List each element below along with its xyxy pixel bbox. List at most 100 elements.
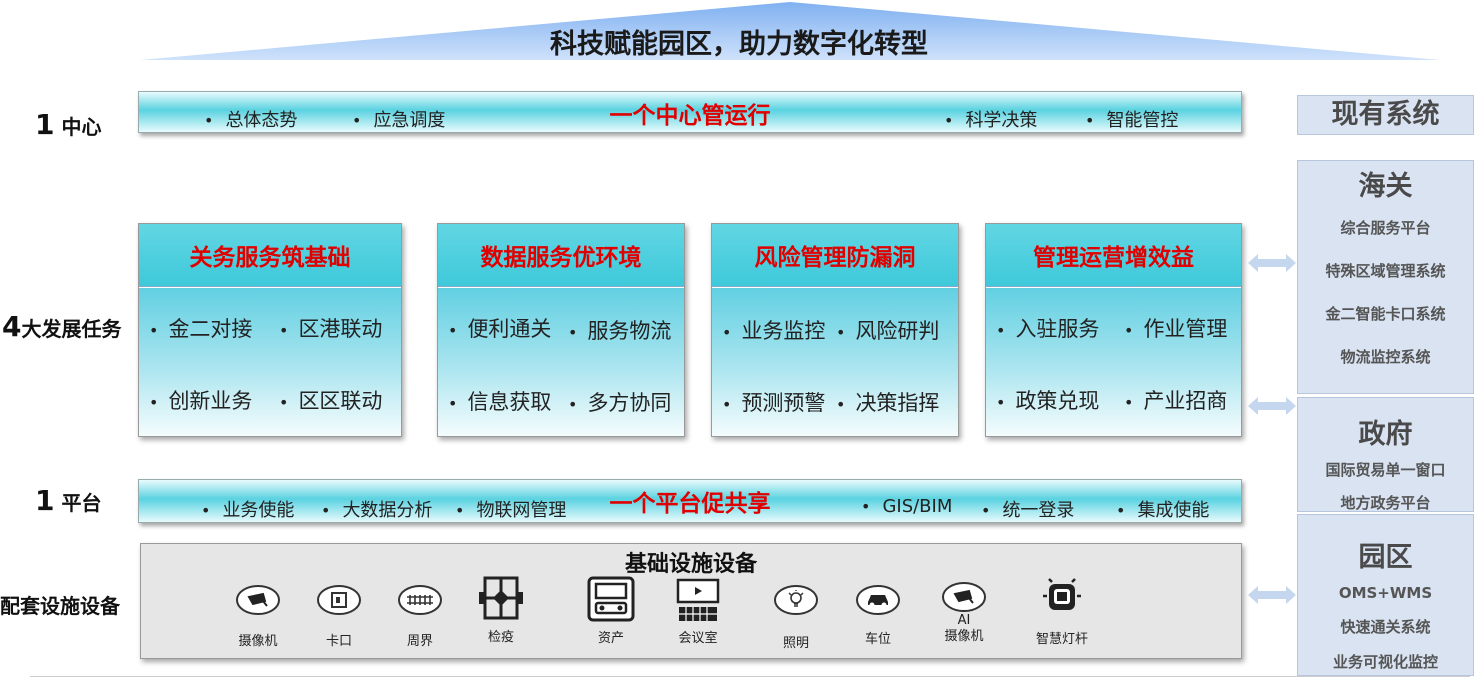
device-ai-camera: AI 摄像机 [924,581,1004,645]
label-center-num: 1 [35,108,55,141]
task-item: 创新业务 [149,385,252,415]
device-label-top: AI [957,613,971,628]
center-bar-title: 一个中心管运行 [609,103,771,129]
device-label: 资产 [597,631,624,646]
device-meeting-room: 会议室 [658,577,738,647]
smart-pole-icon [1043,578,1081,610]
task-card: 风险管理防漏洞 业务监控 风险研判 预测预警 决策指挥 [711,223,959,437]
task-card-title: 管理运营增效益 [986,224,1241,287]
infra-title: 基础设施设备 [624,552,757,577]
task-card: 数据服务优环境 便利通关 服务物流 信息获取 多方协同 [437,223,685,437]
device-asset: 资产 [571,575,651,647]
fence-icon [398,585,442,615]
device-gate: 卡口 [299,584,379,650]
device-label: 照明 [782,636,809,651]
task-card-body: 入驻服务 作业管理 政策兑现 产业招商 [986,288,1241,436]
system-item: 地方政务平台 [1340,494,1431,512]
label-tasks-num: 4 [2,310,22,343]
section-title: 海关 [1358,171,1413,202]
task-card-title: 数据服务优环境 [438,224,684,287]
gate-icon [317,585,361,615]
device-label: 卡口 [325,634,352,649]
task-card-title: 风险管理防漏洞 [712,224,958,287]
task-item: 预测预警 [722,387,825,417]
label-platform: 1 平台 [35,484,101,517]
existing-systems-title: 现有系统 [1331,99,1440,130]
government-section: 政府 国际贸易单一窗口 地方政务平台 [1297,397,1474,512]
task-item: 产业招商 [1124,385,1227,415]
task-card-body: 业务监控 风险研判 预测预警 决策指挥 [712,288,958,436]
device-camera: 摄像机 [218,584,298,650]
task-item: 区港联动 [279,313,382,343]
task-item: 服务物流 [568,315,671,345]
asset-icon [587,576,635,622]
platform-item: 集成使能 [1116,496,1209,522]
label-tasks-text: 大发展任务 [21,317,122,341]
task-card-body: 便利通关 服务物流 信息获取 多方协同 [438,288,684,436]
system-item: 国际贸易单一窗口 [1325,461,1446,479]
task-item: 政策兑现 [996,385,1099,415]
double-arrow-icon [1248,586,1296,604]
customs-section: 海关 综合服务平台 特殊区域管理系统 金二智能卡口系统 物流监控系统 [1297,160,1474,394]
task-item: 风险研判 [836,315,939,345]
device-label: 摄像机 [944,629,984,644]
device-lighting: 照明 [756,584,836,652]
platform-bar: 业务使能 大数据分析 物联网管理 一个平台促共享 GIS/BIM 统一登录 集成… [138,479,1242,523]
task-item: 金二对接 [149,313,252,343]
device-label: 车位 [864,632,891,647]
device-label: 智慧灯杆 [1035,632,1088,647]
device-label: 周界 [406,634,433,649]
double-arrow-icon [1248,254,1296,272]
label-platform-text: 平台 [61,491,102,515]
infra-box: 基础设施设备 摄像机 卡口 周界 检疫 资产 会议室 照明 车位 AI 摄像机 … [140,543,1242,659]
quarantine-icon [479,576,523,620]
device-label: 检疫 [487,630,514,645]
system-item: OMS+WMS [1338,584,1433,602]
platform-item: 统一登录 [981,496,1074,522]
camera-icon [236,585,280,615]
label-center-text: 中心 [61,115,102,139]
task-item: 多方协同 [568,387,671,417]
system-item: 特殊区域管理系统 [1325,262,1446,280]
section-title: 政府 [1358,419,1413,450]
task-card-body: 金二对接 区港联动 创新业务 区区联动 [139,288,401,436]
system-item: 综合服务平台 [1340,219,1431,237]
task-item: 决策指挥 [836,387,939,417]
double-arrow-icon [1248,397,1296,415]
task-item: 信息获取 [448,386,551,416]
device-label: 摄像机 [238,634,278,649]
task-item: 业务监控 [722,315,825,345]
platform-item: GIS/BIM [861,496,952,517]
device-label: 会议室 [678,631,718,646]
task-item: 作业管理 [1124,313,1227,343]
task-card: 管理运营增效益 入驻服务 作业管理 政策兑现 产业招商 [985,223,1242,437]
task-card-title: 关务服务筑基础 [139,224,401,287]
section-title: 园区 [1358,542,1413,573]
page-title: 科技赋能园区，助力数字化转型 [550,29,928,60]
park-section: 园区 OMS+WMS 快速通关系统 业务可视化监控 [1297,514,1474,676]
center-item: 智能管控 [1085,106,1178,132]
label-infra: 配套设施设备 [0,594,120,618]
task-card: 关务服务筑基础 金二对接 区港联动 创新业务 区区联动 [138,223,402,437]
ai-camera-icon [942,582,986,612]
center-item: 科学决策 [944,106,1037,132]
center-bar: 总体态势 应急调度 一个中心管运行 科学决策 智能管控 [138,91,1242,133]
meeting-room-icon [676,578,720,621]
system-item: 快速通关系统 [1340,618,1431,636]
task-item: 区区联动 [279,385,382,415]
existing-systems-header: 现有系统 [1297,95,1474,135]
device-quarantine: 检疫 [461,576,541,646]
parking-icon [856,585,900,615]
task-item: 入驻服务 [996,313,1099,343]
system-item: 金二智能卡口系统 [1325,305,1446,323]
lighting-icon [774,585,818,615]
device-fence: 周界 [380,584,460,650]
label-center: 1 中心 [35,108,101,141]
task-item: 便利通关 [448,313,551,343]
device-parking: 车位 [838,584,918,648]
system-item: 物流监控系统 [1340,348,1431,366]
bottom-divider [30,676,1470,677]
label-platform-num: 1 [35,484,55,517]
platform-bar-title: 一个平台促共享 [609,491,771,517]
device-smart-pole: 智慧灯杆 [1022,578,1102,648]
